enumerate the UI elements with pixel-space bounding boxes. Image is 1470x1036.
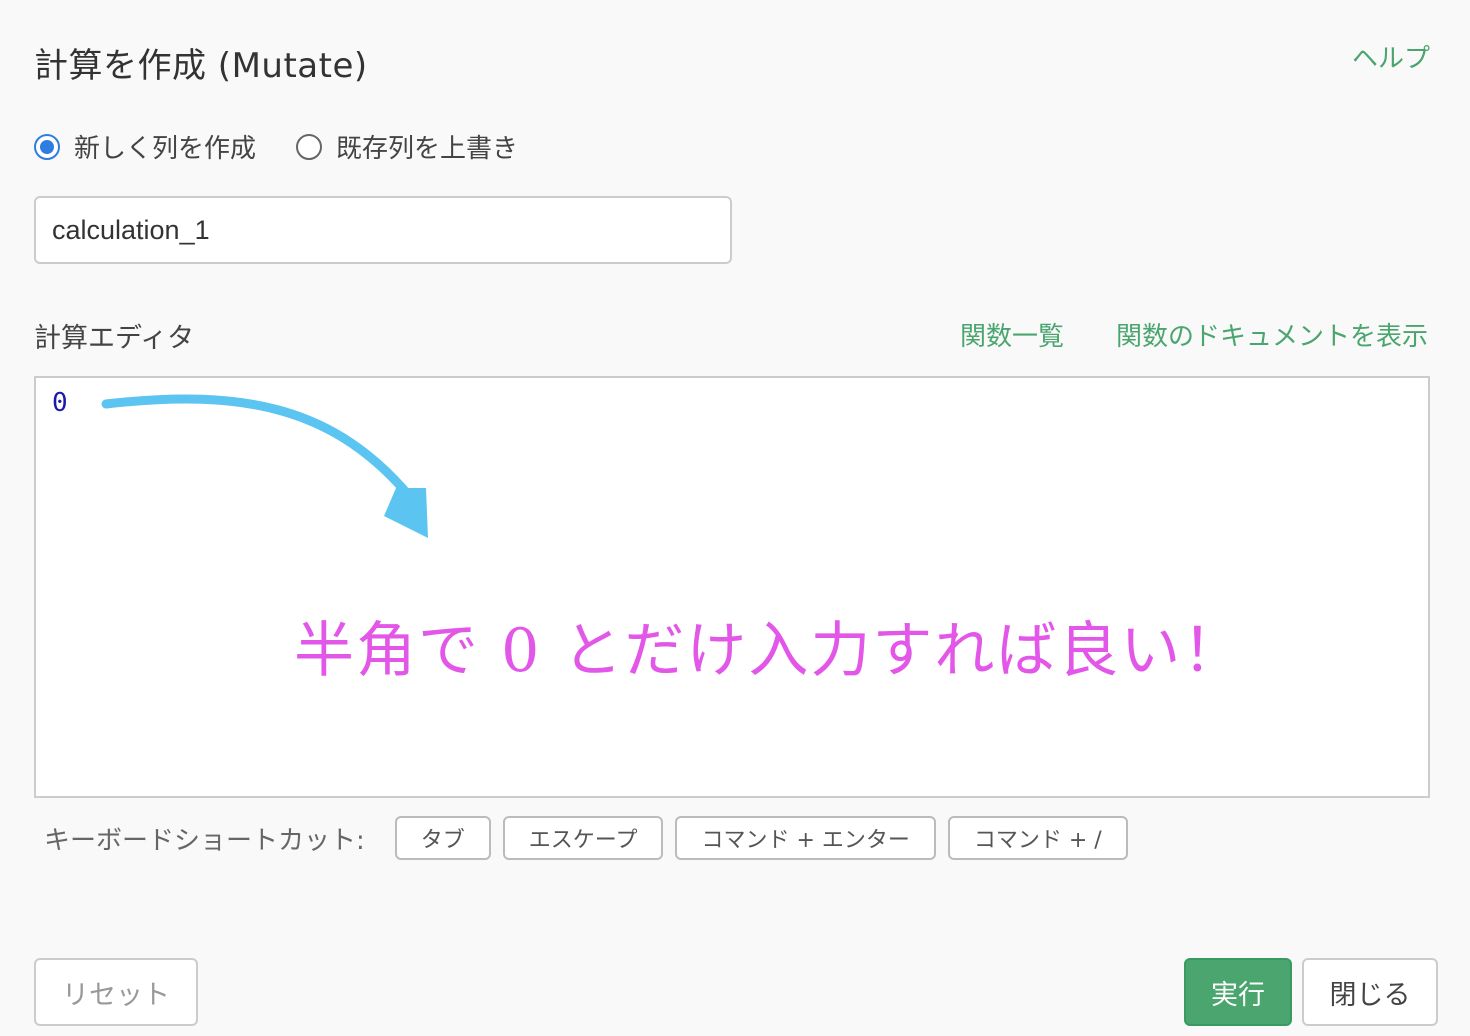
shortcut-tab-button[interactable]: タブ [394,816,491,860]
shortcuts-label: キーボードショートカット: [44,825,365,856]
dialog-title: 計算を作成 (Mutate) [34,46,368,86]
radio-unselected-icon[interactable] [296,133,323,160]
radio-label: 新しく列を作成 [74,134,257,164]
shortcut-escape-button[interactable]: エスケープ [502,816,664,860]
mutate-dialog: 計算を作成 (Mutate) ヘルプ 新しく列を作成 既存列を上書き 計算エディ… [0,0,1470,1036]
calculation-editor[interactable]: 0 半角で 0 とだけ入力すれば良い！ [34,376,1430,798]
shortcut-cmd-enter-button[interactable]: コマンド + エンター [675,816,936,860]
shortcut-cmd-slash-button[interactable]: コマンド + / [947,816,1128,860]
function-docs-link[interactable]: 関数のドキュメントを表示 [1116,316,1428,353]
column-name-input[interactable] [34,196,732,264]
run-button[interactable]: 実行 [1184,958,1292,1026]
mode-radio-group: 新しく列を作成 既存列を上書き [34,128,558,165]
annotation-arrow-icon [101,394,428,538]
help-link[interactable]: ヘルプ [1352,38,1430,75]
reset-button[interactable]: リセット [34,958,198,1026]
editor-label: 計算エディタ [34,323,195,354]
radio-overwrite-column[interactable]: 既存列を上書き [296,128,518,165]
close-button[interactable]: 閉じる [1302,958,1438,1026]
function-list-link[interactable]: 関数一覧 [960,316,1064,353]
function-links: 関数一覧 関数のドキュメントを表示 [908,316,1428,353]
radio-create-new-column[interactable]: 新しく列を作成 [34,128,256,165]
keyboard-shortcuts: キーボードショートカット: タブ エスケープ コマンド + エンター コマンド … [44,816,1140,860]
annotation-text: 半角で 0 とだけ入力すれば良い！ [294,616,1245,686]
radio-selected-icon[interactable] [34,133,60,160]
radio-label: 既存列を上書き [336,134,519,164]
